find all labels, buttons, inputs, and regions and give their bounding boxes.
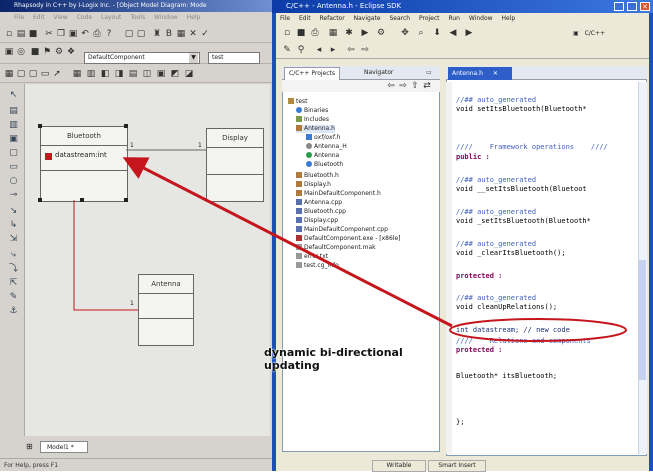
- datastream-highlight-ellipse: [449, 318, 627, 342]
- sync-arrow: [122, 157, 453, 328]
- annotation-label: dynamic bi-directional updating: [264, 346, 403, 372]
- annotation-overlay: [122, 157, 627, 342]
